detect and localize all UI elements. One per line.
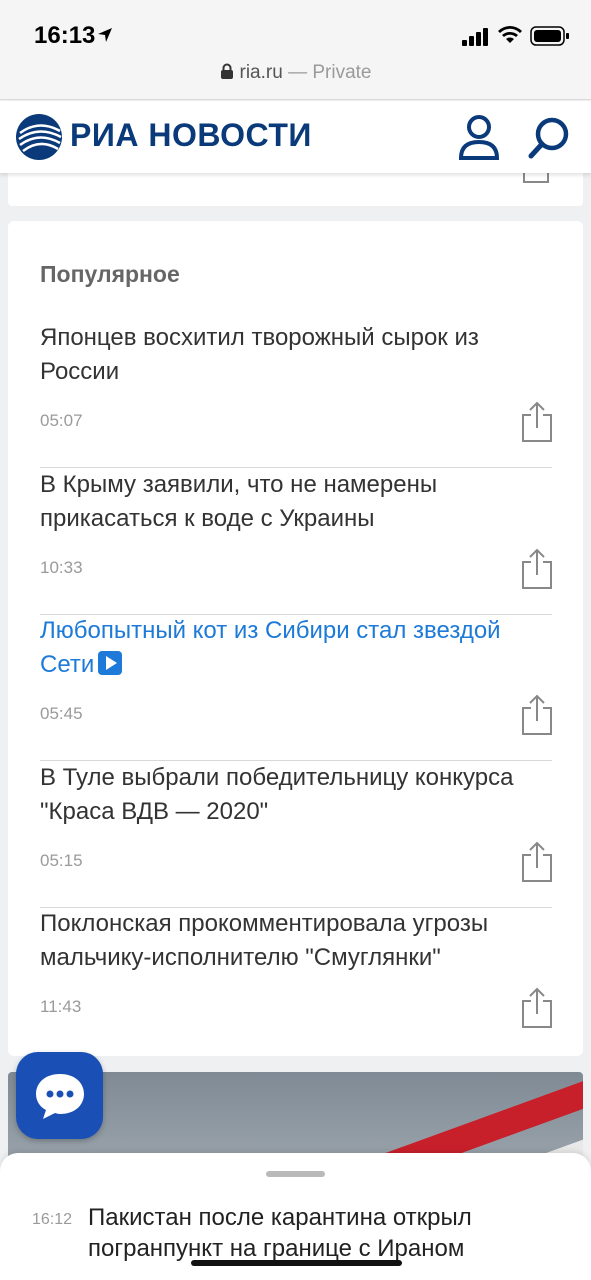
list-item[interactable]: Японцев восхитил творожный сырок из Росс… <box>40 321 552 468</box>
sheet-drag-handle[interactable] <box>266 1171 325 1177</box>
news-time: 05:07 <box>40 411 83 430</box>
home-indicator[interactable] <box>191 1260 402 1266</box>
location-arrow-icon <box>98 28 112 42</box>
news-time: 05:45 <box>40 704 83 723</box>
list-item[interactable]: В Туле выбрали победительницу конкурса "… <box>40 761 552 908</box>
news-title[interactable]: Поклонская прокомментировала угрозы маль… <box>40 907 545 975</box>
news-time: 10:33 <box>40 558 83 577</box>
private-label: — Private <box>288 62 372 83</box>
battery-icon <box>530 26 569 46</box>
status-time: 16:13 <box>34 22 96 49</box>
search-icon[interactable] <box>528 116 572 160</box>
address-bar[interactable]: ria.ru — Private <box>0 62 591 84</box>
chat-button[interactable] <box>16 1052 103 1139</box>
share-icon[interactable] <box>520 841 554 883</box>
chat-bubble-icon <box>36 1074 84 1119</box>
signal-icon <box>462 28 488 46</box>
list-item[interactable]: Любопытный кот из Сибири стал звездой Се… <box>40 614 552 761</box>
news-title-link[interactable]: Любопытный кот из Сибири стал звездой Се… <box>40 614 545 682</box>
news-time: 05:15 <box>40 851 83 870</box>
video-play-icon <box>98 651 123 675</box>
popular-heading: Популярное <box>40 261 180 287</box>
url-text: ria.ru <box>239 62 283 83</box>
list-item[interactable]: Поклонская прокомментировала угрозы маль… <box>40 907 552 1054</box>
user-icon[interactable] <box>457 114 501 160</box>
logo-text[interactable]: РИА НОВОСТИ <box>70 117 312 154</box>
popular-news-card: Популярное Японцев восхитил творожный сы… <box>8 221 583 1056</box>
wifi-icon <box>498 26 522 43</box>
news-time: 11:43 <box>40 997 82 1016</box>
share-icon[interactable] <box>520 548 554 590</box>
sheet-time: 16:12 <box>32 1211 73 1228</box>
ria-logo-icon[interactable] <box>14 113 64 161</box>
sheet-news-title[interactable]: Пакистан после карантина открыл погранпу… <box>88 1202 558 1264</box>
list-item[interactable]: В Крыму заявили, что не намерены прикаса… <box>40 468 552 615</box>
news-title[interactable]: В Крыму заявили, что не намерены прикаса… <box>40 468 545 536</box>
news-title[interactable]: Японцев восхитил творожный сырок из Росс… <box>40 321 545 389</box>
news-title[interactable]: В Туле выбрали победительницу конкурса "… <box>40 761 545 829</box>
share-icon[interactable] <box>520 987 554 1029</box>
flag-image <box>373 1072 583 1162</box>
browser-status-bar: 16:13 ria.ru — Private <box>0 0 591 100</box>
share-icon[interactable] <box>520 694 554 736</box>
lock-icon <box>220 63 233 79</box>
share-icon[interactable] <box>520 401 554 443</box>
site-header: РИА НОВОСТИ <box>0 101 591 173</box>
